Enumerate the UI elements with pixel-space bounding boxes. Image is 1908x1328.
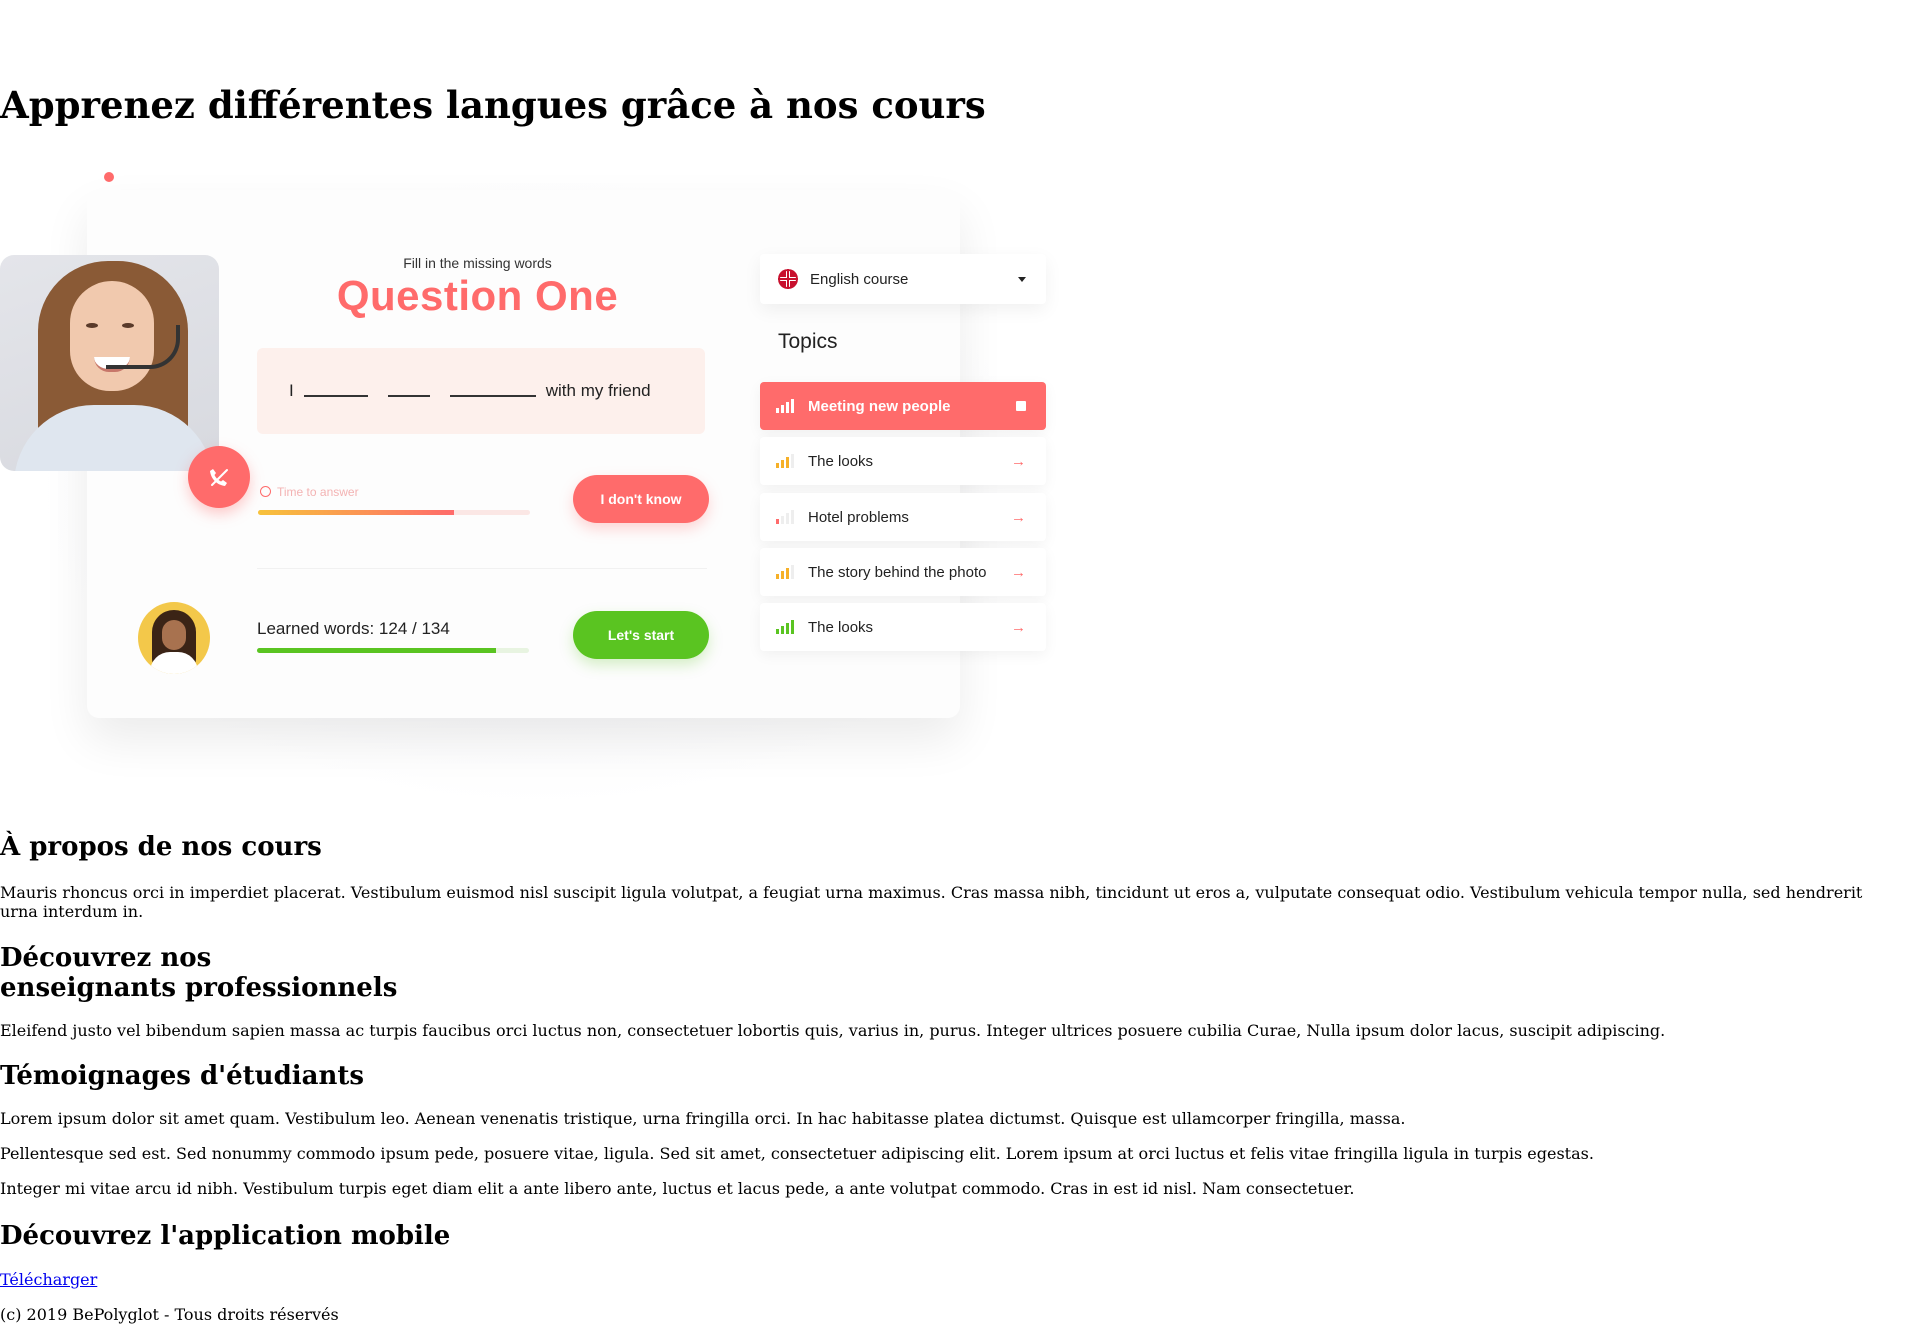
timer-label: Time to answer [260,485,359,499]
topic-item[interactable]: The story behind the photo → [760,548,1046,596]
learned-progress-fill [257,648,497,653]
topics-heading: Topics [778,330,838,353]
arrow-right-icon: → [1011,618,1026,636]
avatar [138,602,210,674]
course-select-value: English course [810,270,909,288]
hangup-button[interactable] [188,446,250,508]
stop-icon [1016,401,1026,411]
topic-item[interactable]: The looks → [760,437,1046,485]
testimonial-text: Lorem ipsum dolor sit amet quam. Vestibu… [0,1109,1406,1128]
blank-3[interactable] [449,385,536,397]
arrow-right-icon: → [1011,563,1026,581]
teachers-text: Eleifend justo vel bibendum sapien massa… [0,1021,1666,1040]
about-title: À propos de nos cours [0,832,322,862]
arrow-right-icon: → [1011,508,1026,526]
hero-title: Apprenez différentes langues grâce à nos… [0,83,986,127]
timer-progress-fill [258,510,454,515]
topic-item[interactable]: The looks → [760,603,1046,651]
download-link[interactable]: Télécharger [0,1270,97,1289]
blank-1[interactable] [303,385,368,397]
dont-know-button[interactable]: I don't know [573,475,709,523]
teachers-title: Découvrez nos enseignants professionnels [0,943,398,1003]
uk-flag-icon [778,269,798,289]
testimonial-text: Integer mi vitae arcu id nibh. Vestibulu… [0,1179,1355,1198]
phone-hangup-icon [210,469,228,486]
chevron-down-icon [1018,276,1026,282]
lets-start-button[interactable]: Let's start [573,611,709,659]
testimonials-title: Témoignages d'étudiants [0,1061,365,1091]
level-bars-icon [776,565,794,579]
page: Apprenez différentes langues grâce à nos… [0,0,1908,1328]
sentence-box: I with my friend [257,348,705,434]
window-dot [104,172,114,182]
course-select[interactable]: English course [760,254,1046,304]
arrow-right-icon: → [1011,452,1026,470]
footer-copyright: (c) 2019 BePolyglot - Tous droits réserv… [0,1305,339,1324]
level-bars-icon [776,510,794,524]
timer-progress [258,510,530,515]
learned-words-label: Learned words: 124 / 134 [257,619,450,638]
question-title: Question One [336,272,619,319]
hero-illustration: Fill in the missing words Question One I… [0,150,1060,820]
mobile-app-title: Découvrez l'application mobile [0,1221,451,1251]
about-text: Mauris rhoncus orci in imperdiet placera… [0,883,1863,921]
testimonial-text: Pellentesque sed est. Sed nonummy commod… [0,1144,1594,1163]
sentence-start: I [289,381,294,400]
level-bars-icon [776,620,794,634]
topic-item[interactable]: Meeting new people [760,382,1046,430]
clock-icon [260,486,271,497]
topic-item[interactable]: Hotel problems → [760,493,1046,541]
sentence-end: with my friend [545,381,651,400]
level-bars-icon [776,454,794,468]
blank-2[interactable] [387,385,430,397]
question-subtitle: Fill in the missing words [403,255,552,271]
teacher-photo [0,255,219,471]
learned-progress [257,648,529,653]
divider [257,568,707,569]
level-bars-icon [776,399,794,413]
